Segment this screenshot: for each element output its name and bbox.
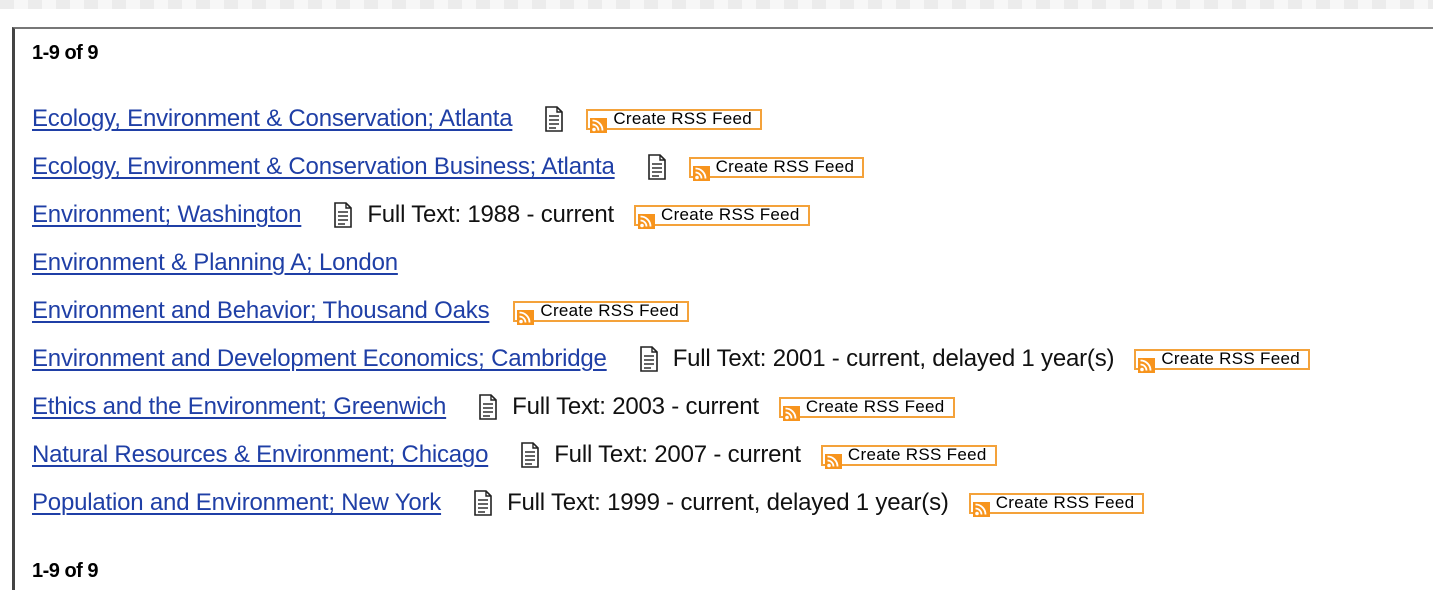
full-text-coverage: Full Text: 2001 - current, delayed 1 yea… (672, 345, 1115, 372)
publication-title-link[interactable]: Population and Environment; New York (32, 489, 441, 517)
rss-button-label: Create RSS Feed (613, 109, 753, 128)
document-icon[interactable] (639, 346, 659, 372)
publication-title-link[interactable]: Environment and Behavior; Thousand Oaks (32, 297, 490, 325)
result-row: Environment; Washington Full Text: 1988 … (32, 198, 810, 232)
result-row: Natural Resources & Environment; Chicago… (32, 438, 997, 472)
create-rss-feed-button[interactable]: Create RSS Feed (634, 204, 810, 229)
document-icon[interactable] (473, 490, 493, 516)
rss-button-label: Create RSS Feed (661, 205, 800, 224)
result-row: Environment and Behavior; Thousand Oaks … (32, 294, 690, 328)
create-rss-feed-button[interactable]: Create RSS Feed (1134, 348, 1311, 373)
document-icon[interactable] (544, 106, 564, 132)
full-text-coverage: Full Text: 2003 - current (512, 393, 759, 420)
document-icon[interactable] (478, 394, 498, 420)
rss-button-label: Create RSS Feed (805, 397, 945, 416)
rss-icon (692, 160, 710, 181)
rss-icon (590, 112, 608, 133)
rss-icon (824, 448, 842, 469)
full-text-coverage: Full Text: 1988 - current (367, 201, 615, 228)
rss-icon (638, 208, 656, 229)
result-row: Environment and Development Economics; C… (32, 342, 1311, 376)
rss-icon (972, 496, 990, 517)
rss-button-label: Create RSS Feed (1161, 349, 1301, 368)
document-icon[interactable] (520, 442, 540, 468)
rss-button-label: Create RSS Feed (540, 301, 680, 320)
publication-title-link[interactable]: Environment & Planning A; London (32, 249, 398, 277)
rss-icon (1138, 352, 1156, 373)
result-row: Population and Environment; New York Ful… (32, 486, 1145, 520)
result-row: Ethics and the Environment; Greenwich Fu… (32, 390, 955, 424)
full-text-coverage: Full Text: 1999 - current, delayed 1 yea… (507, 489, 949, 516)
result-row: Ecology, Environment & Conservation Busi… (32, 150, 865, 184)
publication-title-link[interactable]: Environment; Washington (32, 201, 302, 229)
top-strip (0, 0, 1433, 9)
publication-title-link[interactable]: Natural Resources & Environment; Chicago (32, 441, 488, 469)
result-row: Environment & Planning A; London (32, 246, 398, 280)
create-rss-feed-button[interactable]: Create RSS Feed (513, 300, 690, 325)
rss-icon (782, 400, 800, 421)
full-text-coverage: Full Text: 2007 - current (554, 441, 801, 468)
create-rss-feed-button[interactable]: Create RSS Feed (968, 492, 1145, 517)
publication-title-link[interactable]: Ecology, Environment & Conservation Busi… (32, 153, 615, 181)
create-rss-feed-button[interactable]: Create RSS Feed (688, 156, 865, 181)
create-rss-feed-button[interactable]: Create RSS Feed (586, 108, 763, 133)
pagination-count-top: 1-9 of 9 (32, 42, 99, 64)
rss-button-label: Create RSS Feed (847, 445, 987, 464)
document-icon[interactable] (647, 154, 667, 180)
create-rss-feed-button[interactable]: Create RSS Feed (778, 396, 955, 421)
publication-title-link[interactable]: Environment and Development Economics; C… (32, 345, 607, 373)
rss-button-label: Create RSS Feed (995, 493, 1135, 512)
rss-button-label: Create RSS Feed (715, 157, 855, 176)
rss-icon (517, 304, 535, 325)
document-icon[interactable] (333, 202, 353, 228)
publication-title-link[interactable]: Ecology, Environment & Conservation; Atl… (32, 105, 513, 133)
result-row: Ecology, Environment & Conservation; Atl… (32, 102, 763, 136)
create-rss-feed-button[interactable]: Create RSS Feed (820, 444, 997, 469)
pagination-count-bottom: 1-9 of 9 (32, 560, 99, 582)
publication-title-link[interactable]: Ethics and the Environment; Greenwich (32, 393, 446, 421)
